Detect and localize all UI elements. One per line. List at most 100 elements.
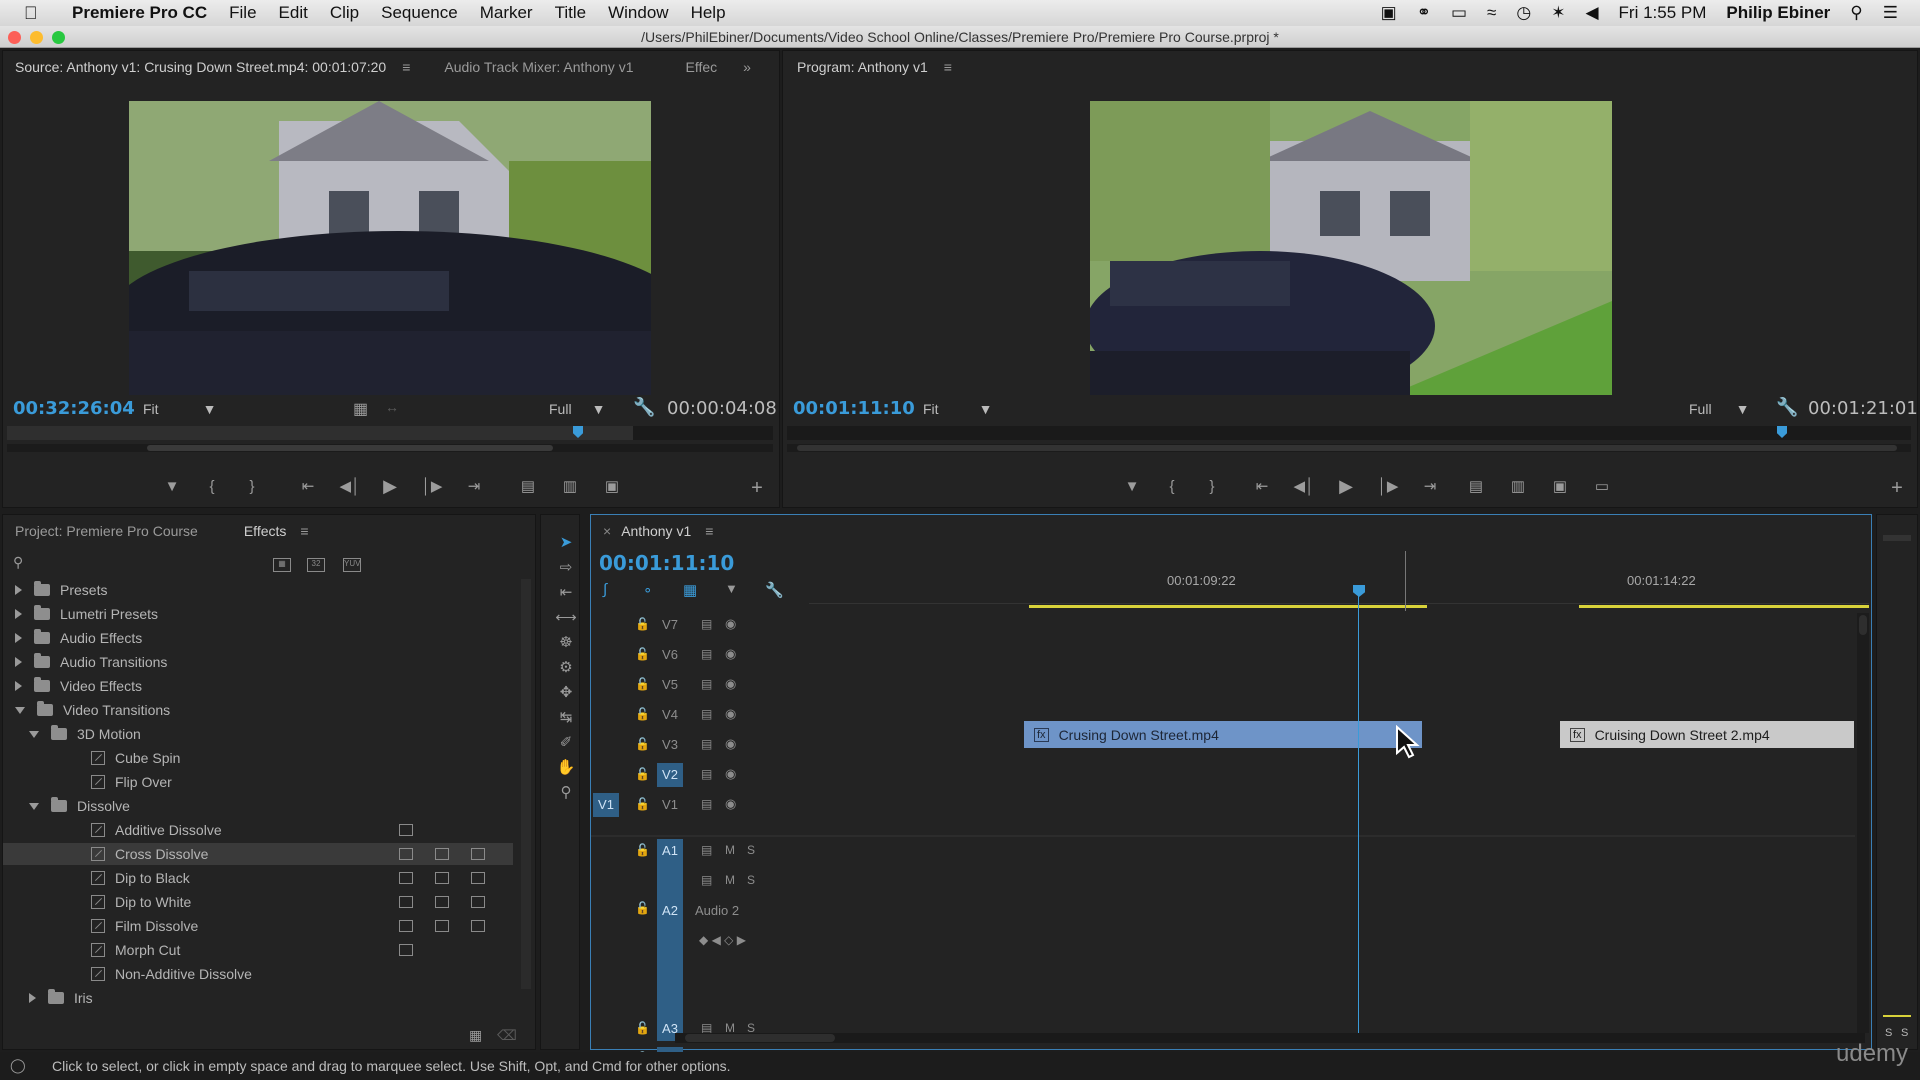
disclosure-expanded-icon[interactable] <box>29 730 39 738</box>
track-select-forward-tool-icon[interactable]: ⇨ <box>555 557 577 579</box>
lock-icon[interactable]: 🔓 <box>635 737 650 751</box>
lock-icon[interactable]: 🔓 <box>635 707 650 721</box>
lock-icon[interactable]: 🔓 <box>635 677 650 691</box>
source-patch-v1[interactable]: V1 <box>593 793 619 817</box>
airplay-icon[interactable]: ▭ <box>1451 3 1467 23</box>
source-playhead-timecode[interactable]: 00:32:26:04 <box>13 398 135 419</box>
program-resolution-dropdown[interactable]: Full ▼ <box>1689 401 1749 417</box>
track-label[interactable]: A1 <box>657 839 683 863</box>
disclosure-collapsed-icon[interactable] <box>15 633 22 643</box>
effect-item[interactable]: Dip to Black <box>3 867 513 889</box>
timeline-settings-wrench-icon[interactable]: 🔧 <box>765 581 784 599</box>
menu-title[interactable]: Title <box>555 3 587 23</box>
new-bin-folder-icon[interactable]: ▦ <box>469 1027 482 1044</box>
tab-source[interactable]: Source: Anthony v1: Crusing Down Street.… <box>15 59 386 75</box>
timeline-horizontal-scrollbar[interactable] <box>675 1033 1865 1043</box>
lock-icon[interactable]: 🔓 <box>635 647 650 661</box>
video-track-header[interactable]: 🔓 V5 ▤ ◉ <box>591 673 809 697</box>
meter-solo-right[interactable]: S <box>1901 1027 1908 1039</box>
source-time-ruler[interactable] <box>7 426 773 440</box>
track-label[interactable]: V6 <box>657 643 683 667</box>
program-video-frame[interactable] <box>1090 101 1612 395</box>
wrench-settings-icon[interactable]: 🔧 <box>633 397 655 418</box>
track-label[interactable]: A2 <box>657 899 683 923</box>
menu-sequence[interactable]: Sequence <box>381 3 458 23</box>
effects-folder[interactable]: Presets <box>3 579 513 601</box>
step-back-icon[interactable]: ◀│ <box>1291 475 1317 497</box>
toggle-sync-lock-icon[interactable]: ▤ <box>701 647 712 661</box>
32bit-effects-filter-icon[interactable]: 32 <box>307 558 325 572</box>
effects-folder[interactable]: Lumetri Presets <box>3 603 513 625</box>
program-playhead-timecode[interactable]: 00:01:11:10 <box>793 398 915 419</box>
video-track-header[interactable]: V1 🔓 V1 ▤ ◉ <box>591 793 809 817</box>
go-to-in-icon[interactable]: ⇤ <box>1249 475 1275 497</box>
time-machine-icon[interactable]: ◷ <box>1516 3 1531 23</box>
effects-folder[interactable]: Dissolve <box>3 795 513 817</box>
panel-overflow-icon[interactable]: » <box>743 59 751 75</box>
work-area-bar[interactable] <box>1029 605 1427 608</box>
toggle-sync-lock-icon[interactable]: ▤ <box>701 737 712 751</box>
eye-visibility-icon[interactable]: ◉ <box>725 736 736 752</box>
mute-track-button[interactable]: M <box>725 843 735 857</box>
delete-trash-icon[interactable]: ⌫ <box>497 1027 517 1044</box>
minimize-window-button[interactable] <box>30 31 43 44</box>
effect-item[interactable]: Flip Over <box>3 771 513 793</box>
effects-search-bar[interactable]: ⚲ ▦ 32 YUV <box>11 552 531 576</box>
toggle-sync-lock-icon[interactable]: ▤ <box>701 873 712 887</box>
play-icon[interactable]: ▶ <box>377 475 403 497</box>
ripple-edit-tool-icon[interactable]: ⇤ <box>555 582 577 604</box>
lift-icon[interactable]: ▤ <box>1463 475 1489 497</box>
video-audio-divider[interactable] <box>591 835 1855 837</box>
play-icon[interactable]: ▶ <box>1333 475 1359 497</box>
track-label[interactable]: V4 <box>657 703 683 727</box>
hand-tool-icon[interactable]: ✋ <box>555 757 577 779</box>
effects-folder[interactable]: Video Transitions <box>3 699 513 721</box>
lock-icon[interactable]: 🔓 <box>635 797 650 811</box>
timeline-vscroll-thumb-video[interactable] <box>1859 615 1867 635</box>
track-label[interactable]: V1 <box>657 793 683 817</box>
meter-solo-left[interactable]: S <box>1885 1027 1892 1039</box>
timeline-scroll-thumb[interactable] <box>685 1034 835 1042</box>
mark-out-icon[interactable]: } <box>1199 475 1225 497</box>
eye-visibility-icon[interactable]: ◉ <box>725 706 736 722</box>
effect-item[interactable]: Additive Dissolve <box>3 819 513 841</box>
keyframe-navigation-icons[interactable]: ◆ ◀ ◇ ▶ <box>699 933 746 947</box>
notification-center-icon[interactable]: ☰ <box>1883 3 1898 23</box>
insert-icon[interactable]: ▤ <box>515 475 541 497</box>
extract-icon[interactable]: ▥ <box>1505 475 1531 497</box>
snap-icon[interactable]: ∫ <box>603 581 607 598</box>
program-time-ruler[interactable] <box>787 426 1911 440</box>
effects-scrollbar[interactable] <box>521 579 531 989</box>
audio-track-header[interactable]: 🔓 A1 ▤ M S <box>591 839 809 867</box>
effect-item[interactable]: Cube Spin <box>3 747 513 769</box>
video-track-header[interactable]: 🔓 V2 ▤ ◉ <box>591 763 809 787</box>
add-marker-icon[interactable]: ▼ <box>159 475 185 497</box>
effect-item[interactable]: Film Dissolve <box>3 915 513 937</box>
go-to-out-icon[interactable]: ⇥ <box>461 475 487 497</box>
mark-out-icon[interactable]: } <box>239 475 265 497</box>
tab-program[interactable]: Program: Anthony v1 <box>797 59 928 75</box>
effects-folder[interactable]: Video Effects <box>3 675 513 697</box>
program-zoom-dropdown[interactable]: Fit ▼ <box>923 401 992 417</box>
video-track-header[interactable]: 🔓 V3 ▤ ◉ <box>591 733 809 757</box>
track-label[interactable]: V3 <box>657 733 683 757</box>
menu-file[interactable]: File <box>229 3 256 23</box>
solo-track-button[interactable]: S <box>747 843 755 857</box>
video-track-header[interactable]: 🔓 V6 ▤ ◉ <box>591 643 809 667</box>
step-back-icon[interactable]: ◀│ <box>337 475 363 497</box>
accelerated-effects-filter-icon[interactable]: ▦ <box>273 558 291 572</box>
slide-tool-icon[interactable]: ↹ <box>555 707 577 729</box>
panel-menu-icon[interactable]: ≡ <box>402 59 410 75</box>
source-zoom-scroll-thumb[interactable] <box>147 445 553 451</box>
video-track-header[interactable]: 🔓 V7 ▤ ◉ <box>591 613 809 637</box>
mark-in-icon[interactable]: { <box>1159 475 1185 497</box>
solo-track-button[interactable]: S <box>747 873 755 887</box>
effect-item[interactable]: Non-Additive Dissolve <box>3 963 513 985</box>
add-marker-icon[interactable]: ▼ <box>725 581 738 596</box>
eye-visibility-icon[interactable]: ◉ <box>725 796 736 812</box>
track-label[interactable]: V2 <box>657 763 683 787</box>
effects-folder[interactable]: Audio Transitions <box>3 651 513 673</box>
panel-menu-icon[interactable]: ≡ <box>300 523 308 539</box>
overwrite-icon[interactable]: ▥ <box>557 475 583 497</box>
disclosure-collapsed-icon[interactable] <box>15 585 22 595</box>
